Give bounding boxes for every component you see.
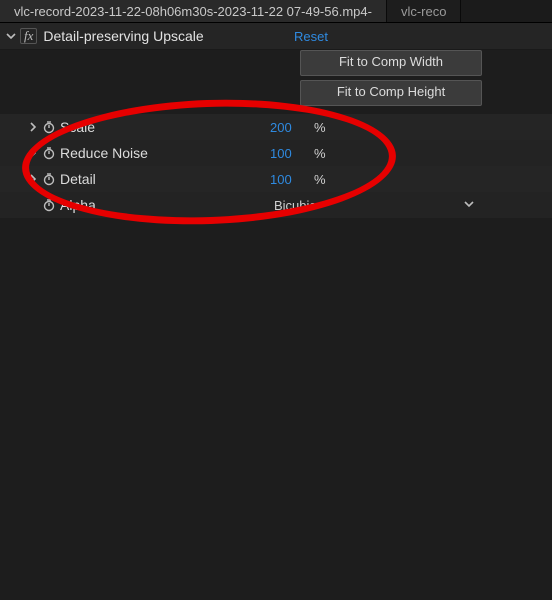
fit-to-comp-width-button[interactable]: Fit to Comp Width: [300, 50, 482, 76]
fx-badge-icon[interactable]: fx: [20, 28, 37, 44]
collapse-icon[interactable]: [4, 31, 18, 41]
param-value-detail[interactable]: 100: [270, 172, 312, 187]
document-tab-inactive[interactable]: vlc-reco: [387, 0, 462, 22]
param-value-reduce-noise[interactable]: 100: [270, 146, 312, 161]
fit-buttons-group: Fit to Comp Width Fit to Comp Height: [300, 50, 482, 106]
param-row-alpha: Alpha Bicubic: [0, 192, 552, 218]
chevron-right-icon[interactable]: [26, 148, 40, 158]
effect-header: fx Detail-preserving Upscale Reset: [0, 23, 552, 50]
param-label: Scale: [58, 119, 270, 135]
document-tab-bar: vlc-record-2023-11-22-08h06m30s-2023-11-…: [0, 0, 552, 23]
param-unit: %: [314, 120, 326, 135]
param-label: Detail: [58, 171, 270, 187]
stopwatch-icon[interactable]: [40, 146, 58, 160]
chevron-right-icon[interactable]: [26, 122, 40, 132]
fit-to-comp-height-button[interactable]: Fit to Comp Height: [300, 80, 482, 106]
param-row-reduce-noise: Reduce Noise 100 %: [0, 140, 552, 166]
effect-name: Detail-preserving Upscale: [43, 28, 203, 44]
param-list: Scale 200 % Reduce Noise 100 % Detail 10…: [0, 114, 552, 218]
param-value-scale[interactable]: 200: [270, 120, 312, 135]
stopwatch-icon[interactable]: [40, 120, 58, 134]
param-label: Alpha: [58, 197, 270, 213]
reset-link[interactable]: Reset: [294, 29, 328, 44]
param-label: Reduce Noise: [58, 145, 270, 161]
param-unit: %: [314, 146, 326, 161]
param-row-scale: Scale 200 %: [0, 114, 552, 140]
param-row-detail: Detail 100 %: [0, 166, 552, 192]
chevron-right-icon[interactable]: [26, 174, 40, 184]
param-unit: %: [314, 172, 326, 187]
tab-label: vlc-reco: [401, 4, 447, 19]
stopwatch-icon[interactable]: [40, 198, 58, 212]
tab-label: vlc-record-2023-11-22-08h06m30s-2023-11-…: [14, 4, 372, 19]
document-tab-active[interactable]: vlc-record-2023-11-22-08h06m30s-2023-11-…: [0, 0, 387, 22]
stopwatch-icon[interactable]: [40, 172, 58, 186]
chevron-down-icon: [464, 199, 474, 211]
dropdown-value: Bicubic: [274, 198, 316, 213]
alpha-dropdown[interactable]: Bicubic: [270, 194, 482, 216]
